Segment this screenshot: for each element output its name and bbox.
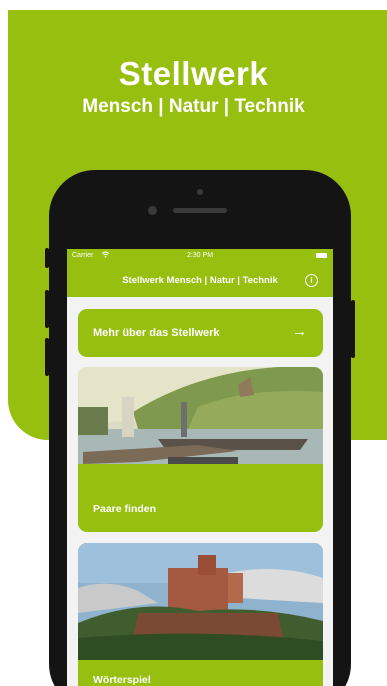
river-ferry-photo xyxy=(78,367,323,484)
phone-volume-up xyxy=(45,290,49,328)
app-bar: Carrier 2:30 PM Stellwerk Mensch | Natur… xyxy=(67,249,333,297)
hero-title: Stellwerk xyxy=(118,55,269,92)
arrow-right-icon: → xyxy=(292,323,307,340)
castle-photo xyxy=(78,543,323,660)
phone-volume-down xyxy=(45,338,49,376)
phone-speaker xyxy=(173,208,227,213)
more-about-button[interactable]: Mehr über das Stellwerk → xyxy=(78,309,323,357)
more-about-label: Mehr über das Stellwerk xyxy=(93,327,220,339)
pairs-label: Paare finden xyxy=(93,503,157,515)
info-icon[interactable]: i xyxy=(305,274,318,287)
status-time: 2:30 PM xyxy=(186,252,214,259)
phone-screen: Carrier 2:30 PM Stellwerk Mensch | Natur… xyxy=(67,249,333,686)
word-game-label: Wörterspiel xyxy=(93,674,151,686)
phone-camera xyxy=(148,206,157,215)
phone-power-button xyxy=(351,300,355,358)
phone-sensor xyxy=(197,189,203,195)
hero-subtitle: Mensch | Natur | Technik xyxy=(82,96,305,117)
nav-title: Stellwerk Mensch | Natur | Technik xyxy=(122,275,278,286)
phone-mute-switch xyxy=(45,248,49,268)
battery-icon xyxy=(316,253,327,258)
card-pairs[interactable]: Paare finden xyxy=(78,367,323,532)
card-word-game[interactable]: Wörterspiel xyxy=(78,543,323,686)
